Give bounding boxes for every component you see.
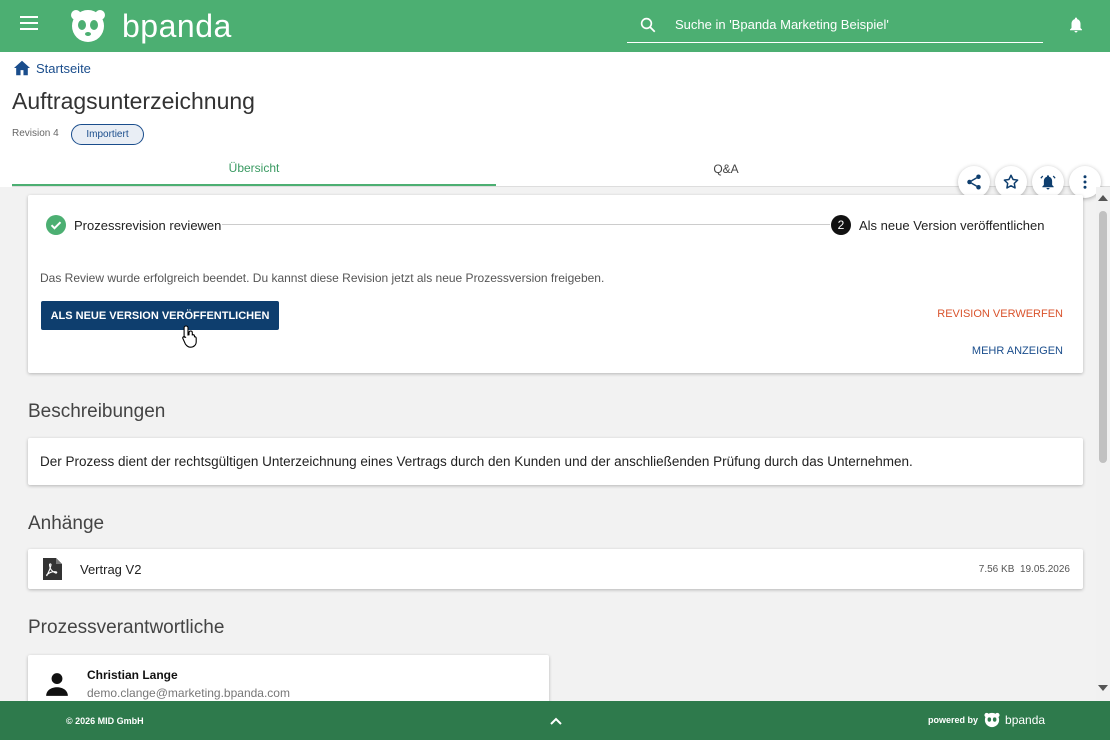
pdf-file-icon (43, 558, 62, 580)
home-icon[interactable] (13, 60, 31, 76)
description-text: Der Prozess dient der rechtsgültigen Unt… (40, 454, 913, 469)
more-vertical-icon (1083, 175, 1087, 189)
attachments-heading: Anhänge (28, 513, 105, 534)
review-message: Das Review wurde erfolgreich beendet. Du… (40, 271, 605, 285)
scrollbar[interactable] (1096, 187, 1110, 701)
step-publish: 2 Als neue Version veröffentlichen (831, 215, 1045, 235)
description-card: Der Prozess dient der rechtsgültigen Unt… (28, 438, 1083, 485)
person-icon (46, 673, 68, 696)
top-app-bar: bpanda (0, 0, 1110, 52)
review-stepper-card: Prozessrevision reviewen 2 Als neue Vers… (28, 195, 1083, 373)
check-circle-icon (46, 215, 66, 235)
owner-email[interactable]: demo.clange@marketing.bpanda.com (87, 686, 290, 700)
attachment-name[interactable]: Vertrag V2 (80, 562, 141, 577)
copyright: © 2026 MID GmbH (66, 716, 144, 726)
powered-by: powered by bpanda (928, 712, 1045, 728)
attachment-item[interactable]: Vertrag V2 7.56 KB 19.05.2026 (28, 549, 1083, 589)
step-review: Prozessrevision reviewen (46, 215, 221, 235)
owners-heading: Prozessverantwortliche (28, 617, 225, 638)
header-divider (12, 186, 1110, 187)
step-number: 2 (831, 215, 851, 235)
favorite-button[interactable] (995, 166, 1027, 198)
scroll-thumb[interactable] (1099, 211, 1107, 463)
revision-label: Revision 4 (12, 128, 59, 139)
publish-version-button[interactable]: ALS NEUE VERSION VERÖFFENTLICHEN (41, 301, 279, 330)
tab-qa[interactable]: Q&A (496, 152, 956, 186)
show-more-button[interactable]: MEHR ANZEIGEN (972, 345, 1063, 357)
attachment-date: 19.05.2026 (1019, 564, 1070, 575)
scroll-down-arrow-icon[interactable] (1097, 683, 1109, 693)
hand-cursor-icon (182, 325, 197, 348)
star-icon (1003, 174, 1019, 189)
page-title: Auftragsunterzeichnung (12, 88, 255, 114)
attachment-size: 7.56 KB (978, 564, 1015, 575)
breadcrumb: Startseite (13, 60, 91, 76)
attachment-meta: 7.56 KB 19.05.2026 (979, 564, 1070, 575)
subscribe-button[interactable] (1032, 166, 1064, 198)
logo[interactable]: bpanda (70, 8, 232, 44)
alarm-bell-icon (1040, 175, 1056, 190)
step-review-label: Prozessrevision reviewen (74, 217, 222, 233)
share-icon (967, 174, 981, 190)
page-header: Startseite Auftragsunterzeichnung Revisi… (0, 52, 1110, 187)
step-publish-label: Als neue Version veröffentlichen (859, 217, 1045, 233)
descriptions-heading: Beschreibungen (28, 401, 166, 422)
scroll-up-arrow-icon[interactable] (1097, 193, 1109, 203)
share-button[interactable] (958, 166, 990, 198)
notification-bell-icon[interactable] (1067, 16, 1085, 34)
search-input[interactable] (675, 14, 1035, 34)
panda-logo-icon (71, 10, 105, 42)
owner-name: Christian Lange (87, 668, 178, 682)
footer: © 2026 MID GmbH powered by bpanda (0, 701, 1110, 740)
menu-icon[interactable] (20, 16, 38, 30)
status-badge[interactable]: Importiert (71, 124, 144, 145)
breadcrumb-home-link[interactable]: Startseite (36, 61, 91, 76)
brand-name: bpanda (122, 7, 232, 44)
search-bar[interactable] (627, 8, 1043, 43)
discard-revision-button[interactable]: REVISION VERWERFEN (937, 308, 1063, 320)
chevron-up-icon[interactable] (549, 714, 563, 728)
search-icon[interactable] (639, 16, 657, 34)
step-connector (222, 224, 830, 225)
tab-overview[interactable]: Übersicht (12, 152, 496, 186)
powered-by-text: powered by (928, 715, 979, 725)
powered-by-brand: bpanda (1005, 713, 1046, 727)
panda-logo-small-icon (984, 712, 1000, 728)
